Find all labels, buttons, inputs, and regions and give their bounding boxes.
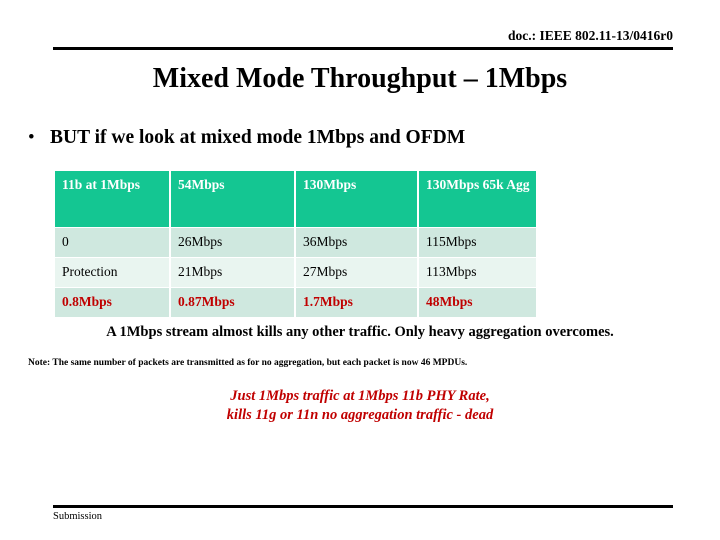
bullet-item: • BUT if we look at mixed mode 1Mbps and… [22,126,682,150]
table-header-cell: 11b at 1Mbps [55,171,169,227]
table-row: 0 26Mbps 36Mbps 115Mbps [55,228,536,257]
table-cell: 113Mbps [419,258,536,287]
table-cell: 1.7Mbps [296,288,417,317]
table-header-row: 11b at 1Mbps 54Mbps 130Mbps 130Mbps 65k … [55,171,536,227]
table-cell: 26Mbps [171,228,294,257]
footer-label: Submission [53,511,103,522]
table-cell: Protection [55,258,169,287]
bullet-text: BUT if we look at mixed mode 1Mbps and O… [50,127,466,148]
document-reference: doc.: IEEE 802.11-13/0416r0 [507,28,673,43]
table-cell: 36Mbps [296,228,417,257]
slide-title: Mixed Mode Throughput – 1Mbps [152,63,568,94]
table-row: Protection 21Mbps 27Mbps 113Mbps [55,258,536,287]
table-cell: 115Mbps [419,228,536,257]
table-cell: 21Mbps [171,258,294,287]
header-divider [53,47,673,50]
throughput-table: 11b at 1Mbps 54Mbps 130Mbps 130Mbps 65k … [53,170,538,318]
table-cell: 0 [55,228,169,257]
footer-divider [53,505,673,508]
table-cell: 0.8Mbps [55,288,169,317]
table-cell: 27Mbps [296,258,417,287]
table-header-cell: 130Mbps [296,171,417,227]
table-header-cell: 130Mbps 65k Agg [419,171,536,227]
table-header-cell: 54Mbps [171,171,294,227]
table-cell: 48Mbps [419,288,536,317]
callout-line-1: Just 1Mbps traffic at 1Mbps 11b PHY Rate… [230,388,490,404]
table-row-highlighted: 0.8Mbps 0.87Mbps 1.7Mbps 48Mbps [55,288,536,317]
callout-line-2: kills 11g or 11n no aggregation traffic … [226,407,494,423]
note-text: Note: The same number of packets are tra… [28,358,468,368]
bullet-point-icon: • [28,127,35,148]
callout-block: Just 1Mbps traffic at 1Mbps 11b PHY Rate… [0,387,720,425]
table-cell: 0.87Mbps [171,288,294,317]
summary-text: A 1Mbps stream almost kills any other tr… [106,324,614,340]
